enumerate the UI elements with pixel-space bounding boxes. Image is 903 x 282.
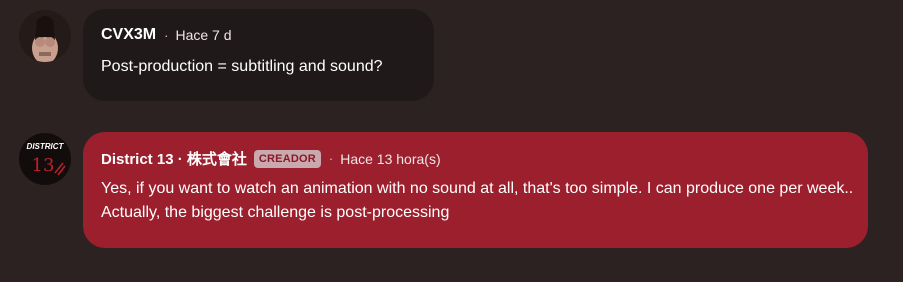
comment-text: Yes, if you want to watch an animation w… — [101, 180, 854, 221]
meta-separator: · — [328, 151, 334, 166]
creator-badge: CREADOR — [253, 149, 321, 168]
logo-number: 13 — [32, 155, 55, 176]
meta-separator: · — [164, 27, 169, 43]
avatar[interactable] — [19, 10, 71, 62]
comment-meta: District 13 · 株式會社 CREADOR · Hace 13 hor… — [101, 148, 441, 169]
avatar[interactable]: DISTRICT 13 — [19, 133, 71, 185]
comment-bubble-creator: District 13 · 株式會社 CREADOR · Hace 13 hor… — [83, 132, 868, 248]
comment-meta: CVX3M · Hace 7 d — [101, 26, 232, 44]
comment-bubble: CVX3M · Hace 7 d Post-production = subti… — [83, 9, 434, 101]
comment-timestamp: Hace 13 hora(s) — [340, 150, 441, 167]
comment-author[interactable]: District 13 · 株式會社 — [101, 148, 247, 169]
comment-timestamp: Hace 7 d — [175, 27, 232, 43]
logo-wordmark: DISTRICT — [27, 142, 65, 151]
user-avatar-photo-icon — [19, 10, 71, 62]
comment-text: Post-production = subtitling and sound? — [101, 58, 383, 75]
district-13-logo-icon: DISTRICT 13 — [19, 133, 71, 185]
comment-author[interactable]: CVX3M — [101, 26, 156, 44]
